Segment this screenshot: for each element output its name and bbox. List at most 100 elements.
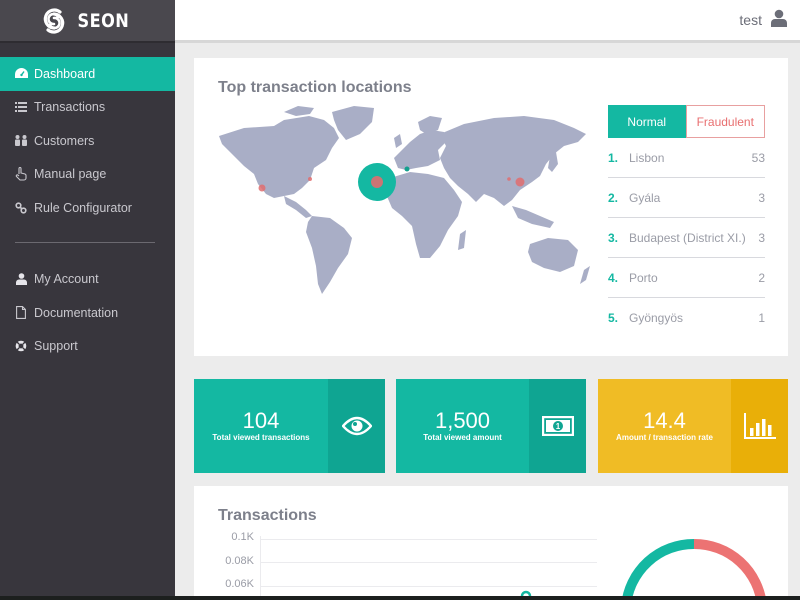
gridline [260,562,597,563]
location-name: Lisbon [629,150,665,165]
canada-islands [284,106,314,116]
sidebar-item-customers[interactable]: Customers [0,124,175,158]
location-rank: 4. [608,270,619,285]
sidebar-item-my-account[interactable]: My Account [0,263,175,297]
users-icon [14,134,28,148]
sidebar-item-label: Transactions [34,100,106,115]
sidebar-item-label: My Account [34,272,99,287]
marker-china[interactable] [515,177,525,187]
donut-chart [621,538,767,600]
svg-text:1: 1 [555,422,560,431]
stat-total-viewed-transactions: 104 Total viewed transactions [194,379,385,473]
marker-lisbon-fraud[interactable] [371,176,383,188]
eye-icon [328,379,385,473]
sidebar-item-support[interactable]: Support [0,330,175,364]
bar-chart-icon [731,379,788,473]
sidebar-item-manual-page[interactable]: Manual page [0,158,175,192]
location-count: 2 [758,270,765,285]
location-name: Gyöngyös [629,311,684,325]
nav-divider [15,241,155,243]
list-item[interactable]: 2. Gyála 3 [608,178,765,218]
location-count: 1 [758,311,765,325]
continents [219,106,590,294]
donut-segment-fraudulent[interactable] [693,538,767,600]
location-count: 3 [758,230,765,245]
africa [386,172,462,258]
greenland [332,106,374,140]
link-icon [14,201,28,215]
sidebar-item-label: Rule Configurator [34,200,132,215]
location-name: Gyála [629,190,661,205]
y-axis [260,536,261,600]
secondary-nav: My Account Documentation Support [0,263,175,364]
transactions-card: Transactions 0.1K 0.08K 0.06K [194,486,788,600]
location-type-tabs: Normal Fraudulent [608,105,765,138]
card-title: Top transaction locations [218,79,412,96]
tab-normal[interactable]: Normal [608,105,686,138]
stat-label: Amount / transaction rate [616,433,713,442]
list-item[interactable]: 3. Budapest (District XI.) 3 [608,218,765,258]
sidebar-item-dashboard[interactable]: Dashboard [0,57,175,91]
world-map[interactable] [214,98,594,298]
dashboard-icon [14,67,28,81]
marker-us-east[interactable] [308,177,312,181]
sidebar-item-label: Documentation [34,305,119,320]
seon-logo-icon [43,7,65,34]
sidebar-item-transactions[interactable]: Transactions [0,91,175,125]
list-icon [14,100,28,114]
southeast-asia [512,206,554,228]
location-name: Budapest (District XI.) [629,230,746,245]
file-icon [14,306,28,320]
list-item[interactable]: 5. Gyöngyös 1 [608,298,765,338]
donut-segment-normal[interactable] [621,538,695,600]
top-locations-card: Top transaction locations Normal Fraudul… [194,58,788,356]
marker-us-west[interactable] [258,184,266,192]
tab-fraudulent[interactable]: Fraudulent [685,105,765,138]
sidebar-item-label: Manual page [34,167,107,182]
card-title: Transactions [218,507,317,524]
location-rank: 2. [608,190,619,205]
y-tick-label: 0.1K [231,531,254,543]
uk [394,134,402,148]
gridline [260,586,597,587]
location-rank: 3. [608,230,619,245]
list-item[interactable]: 4. Porto 2 [608,258,765,298]
list-item[interactable]: 1. Lisbon 53 [608,138,765,178]
logo[interactable]: SEON [0,0,175,43]
location-rank: 1. [608,150,619,165]
gridline [260,539,597,540]
europe [394,130,446,170]
top-bar: test [175,0,800,43]
stat-value: 14.4 [643,408,686,433]
stat-total-viewed-amount: 1,500 Total viewed amount 1 [396,379,586,473]
life-ring-icon [14,339,28,353]
brand-name: SEON [77,9,130,32]
y-tick-label: 0.08K [225,555,254,567]
stat-label: Total viewed amount [423,433,502,442]
north-america [219,116,339,198]
central-america [284,196,312,218]
sidebar: SEON Dashboard Transactions Customers Ma… [0,0,175,600]
location-rank: 5. [608,311,619,325]
user-icon[interactable] [770,9,788,32]
user-name[interactable]: test [739,12,762,28]
user-icon [14,272,28,286]
new-zealand [580,266,590,284]
money-bill-icon: 1 [529,379,586,473]
sidebar-item-label: Support [34,339,78,354]
marker-china-small[interactable] [507,177,511,181]
stat-value: 1,500 [434,408,491,433]
australia [528,238,578,272]
sidebar-item-label: Dashboard [34,66,96,81]
y-tick-label: 0.06K [225,578,254,590]
location-name: Porto [629,270,658,285]
south-america [306,216,352,294]
location-list: 1. Lisbon 53 2. Gyála 3 3. Budapest (Dis… [608,138,765,338]
sidebar-item-documentation[interactable]: Documentation [0,296,175,330]
sidebar-item-rule-configurator[interactable]: Rule Configurator [0,191,175,225]
madagascar [458,230,466,250]
location-count: 3 [758,190,765,205]
main-nav: Dashboard Transactions Customers Manual … [0,57,175,225]
marker-budapest[interactable] [404,166,410,172]
location-count: 53 [751,150,765,165]
